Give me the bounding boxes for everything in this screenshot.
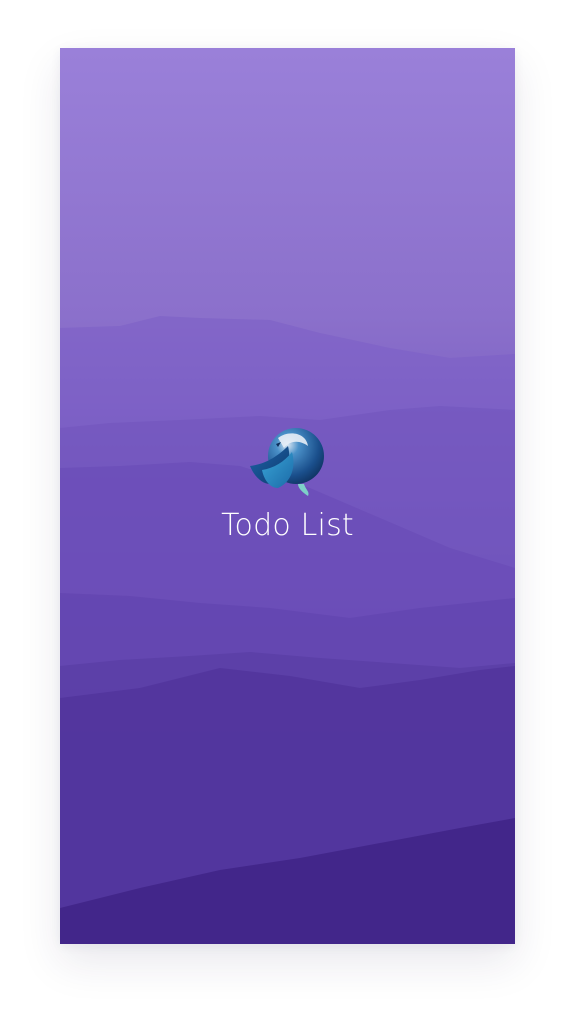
bird-globe-icon	[249, 428, 324, 496]
app-title: Todo List	[221, 508, 354, 543]
splash-screen: Todo List	[60, 48, 515, 944]
splash-content: Todo List	[60, 426, 515, 544]
